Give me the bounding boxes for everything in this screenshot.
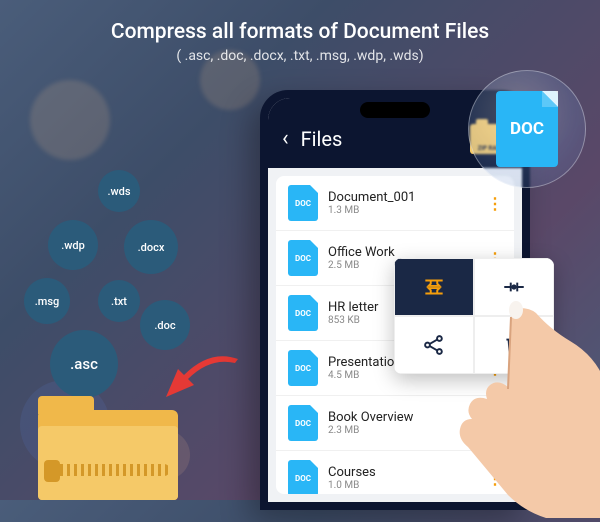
- ctx-share-button[interactable]: [394, 316, 474, 374]
- file-size: 2.3 MB: [328, 425, 477, 436]
- file-name: Document_001: [328, 190, 477, 205]
- zip-folder-icon: [38, 390, 178, 500]
- doc-file-icon: DOC: [288, 295, 318, 331]
- doc-file-large-icon: DOC: [496, 91, 558, 167]
- file-row[interactable]: DOC Book Overview 2.3 MB ⋮: [276, 396, 514, 451]
- extract-icon: [501, 274, 527, 300]
- share-icon: [421, 332, 447, 358]
- doc-highlight-bubble: DOC: [468, 70, 586, 188]
- doc-file-icon: DOC: [288, 460, 318, 494]
- format-bubble-wdp: .wdp: [48, 220, 98, 270]
- doc-file-icon: DOC: [288, 350, 318, 386]
- headline-subtitle: ( .asc, .doc, .docx, .txt, .msg, .wdp, .…: [0, 48, 600, 64]
- phone-notch: [360, 102, 430, 118]
- back-icon[interactable]: ‹: [282, 128, 289, 150]
- doc-file-icon: DOC: [288, 240, 318, 276]
- format-bubble-wds: .wds: [98, 170, 140, 212]
- format-bubbles-cluster: .wds .wdp .docx .msg .txt .doc .asc: [20, 170, 220, 470]
- context-menu: [394, 258, 554, 374]
- doc-file-icon: DOC: [288, 185, 318, 221]
- headline-title: Compress all formats of Document Files: [0, 20, 600, 44]
- file-name: Courses: [328, 465, 477, 480]
- more-icon[interactable]: ⋮: [487, 194, 502, 213]
- app-title: Files: [301, 127, 458, 151]
- format-bubble-asc: .asc: [50, 330, 118, 398]
- file-info: Document_001 1.3 MB: [328, 190, 477, 216]
- delete-icon: [501, 332, 527, 358]
- file-row[interactable]: DOC Document_001 1.3 MB ⋮: [276, 176, 514, 231]
- ctx-extract-button[interactable]: [474, 258, 554, 316]
- format-bubble-docx: .docx: [124, 220, 178, 274]
- more-icon[interactable]: ⋮: [487, 414, 502, 433]
- file-size: 1.0 MB: [328, 480, 477, 491]
- more-icon[interactable]: ⋮: [487, 469, 502, 488]
- file-info: Book Overview 2.3 MB: [328, 410, 477, 436]
- ctx-compress-button[interactable]: [394, 258, 474, 316]
- file-row[interactable]: DOC Courses 1.0 MB ⋮: [276, 451, 514, 494]
- compress-icon: [421, 274, 447, 300]
- file-info: Courses 1.0 MB: [328, 465, 477, 491]
- headline: Compress all formats of Document Files (…: [0, 20, 600, 64]
- arrow-icon: [160, 355, 240, 415]
- file-name: Book Overview: [328, 410, 477, 425]
- format-bubble-doc: .doc: [140, 300, 190, 350]
- ctx-delete-button[interactable]: [474, 316, 554, 374]
- format-bubble-txt: .txt: [98, 280, 140, 322]
- file-size: 1.3 MB: [328, 205, 477, 216]
- format-bubble-msg: .msg: [24, 278, 70, 324]
- doc-file-icon: DOC: [288, 405, 318, 441]
